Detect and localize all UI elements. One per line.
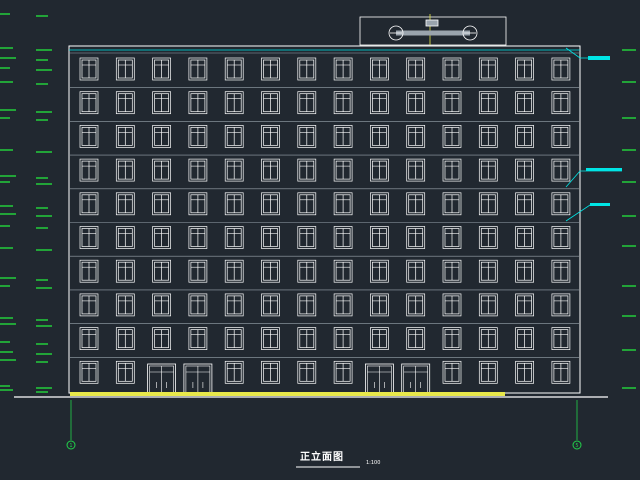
- drawing-scale: 1:100: [366, 460, 381, 466]
- annotation-tag-mid: [586, 168, 622, 171]
- ground-band: [70, 392, 505, 396]
- drawing-title: 正立面图: [300, 452, 344, 463]
- elevation-drawing: 1 5: [0, 0, 640, 480]
- axis-label-right: 5: [575, 443, 578, 449]
- axis-label-left: 1: [69, 443, 72, 449]
- annotation-tag-roof: [588, 56, 610, 60]
- roof-vent: [425, 19, 439, 27]
- annotation-tag-low: [590, 203, 610, 206]
